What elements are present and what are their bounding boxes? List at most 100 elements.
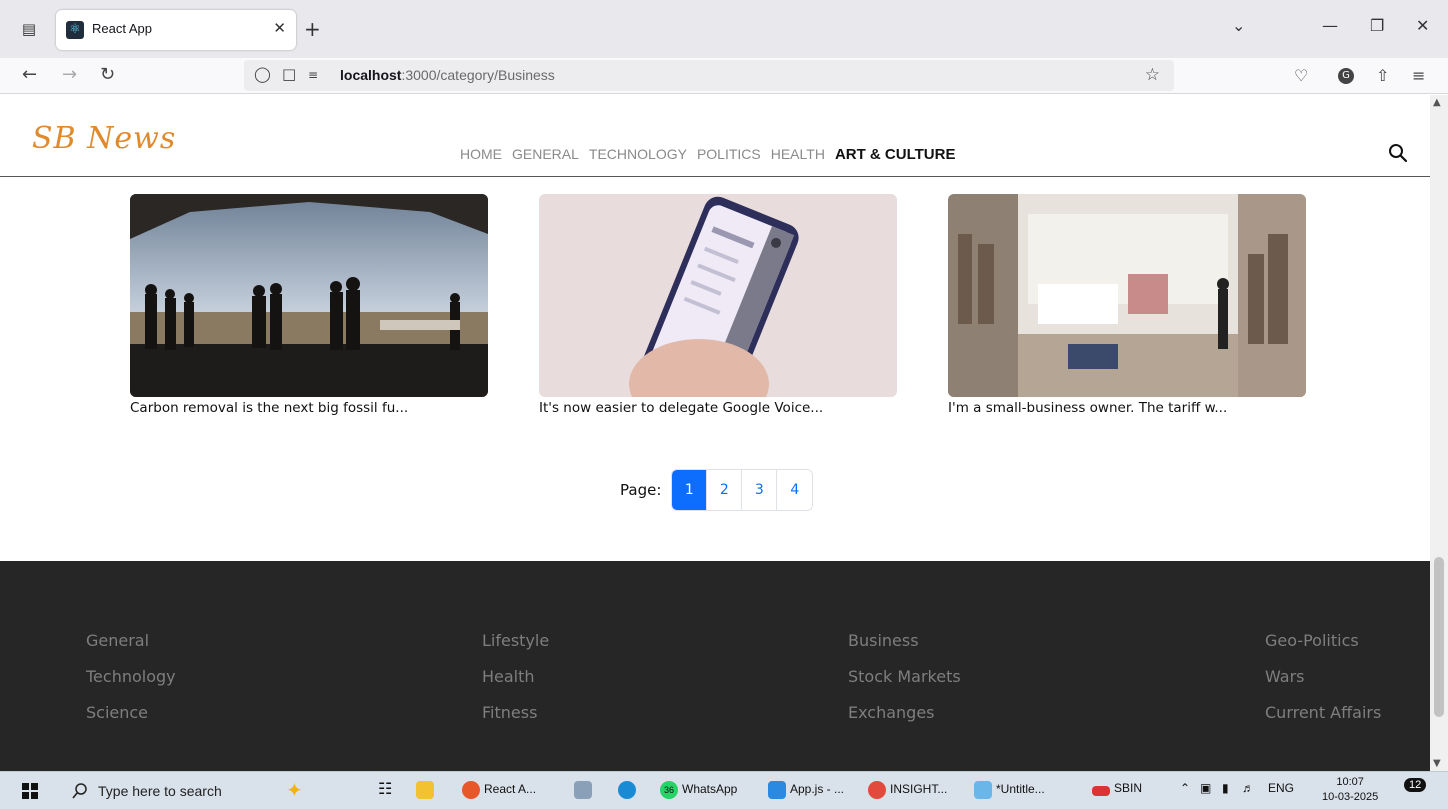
tray-language[interactable]: ENG bbox=[1268, 781, 1294, 795]
scroll-thumb[interactable] bbox=[1434, 557, 1444, 717]
taskbar-vscode[interactable]: App.js - ... bbox=[768, 781, 844, 799]
url-path: :3000/category/Business bbox=[401, 67, 555, 83]
tray-volume-icon[interactable]: ♬ bbox=[1242, 781, 1254, 795]
nav-technology[interactable]: TECHNOLOGY bbox=[589, 146, 687, 163]
taskbar-chrome-label: INSIGHT... bbox=[890, 782, 948, 797]
main-nav: HOME GENERAL TECHNOLOGY POLITICS HEALTH … bbox=[460, 146, 955, 163]
page-info-icon[interactable]: □ bbox=[282, 65, 296, 83]
article-title[interactable]: I'm a small-business owner. The tariff w… bbox=[948, 400, 1306, 416]
page-content: SB News HOME GENERAL TECHNOLOGY POLITICS… bbox=[0, 95, 1430, 771]
taskbar-stock[interactable]: SBIN bbox=[1092, 781, 1142, 796]
site-logo[interactable]: SB News bbox=[32, 121, 176, 156]
permissions-icon[interactable]: ≡ bbox=[308, 68, 318, 82]
nav-health[interactable]: HEALTH bbox=[771, 146, 825, 163]
footer-column: Business Stock Markets Exchanges bbox=[848, 631, 961, 739]
footer-link-general[interactable]: General bbox=[86, 631, 176, 653]
taskbar-paint-label: *Untitle... bbox=[996, 782, 1045, 797]
page-button-2[interactable]: 2 bbox=[707, 470, 743, 510]
browser-tab-bar: ▤ ⚛ React App ✕ + ⌄ — ❐ ✕ bbox=[0, 0, 1448, 58]
url-text: localhost:3000/category/Business bbox=[340, 67, 555, 83]
url-host: localhost bbox=[340, 67, 402, 83]
taskbar-paint[interactable]: *Untitle... bbox=[974, 781, 1045, 799]
browser-tab[interactable]: ⚛ React App ✕ bbox=[56, 10, 296, 50]
new-tab-icon[interactable]: + bbox=[304, 17, 321, 41]
taskbar-date: 10-03-2025 bbox=[1322, 791, 1379, 803]
footer-link-lifestyle[interactable]: Lifestyle bbox=[482, 631, 549, 653]
profile-icon[interactable]: G bbox=[1338, 68, 1354, 84]
article-image-google-voice[interactable] bbox=[539, 194, 897, 397]
article-card[interactable]: Carbon removal is the next big fossil fu… bbox=[130, 194, 488, 416]
page-button-1[interactable]: 1 bbox=[672, 470, 708, 510]
file-explorer-icon[interactable] bbox=[416, 781, 438, 799]
taskbar-time: 10:07 bbox=[1336, 776, 1364, 788]
article-image-carbon[interactable] bbox=[130, 194, 488, 397]
footer-link-wars[interactable]: Wars bbox=[1265, 667, 1381, 689]
footer-column: Geo-Politics Wars Current Affairs bbox=[1265, 631, 1381, 739]
minimize-icon[interactable]: — bbox=[1322, 16, 1338, 35]
restore-icon[interactable]: ❐ bbox=[1370, 16, 1384, 35]
bookmark-star-icon[interactable]: ☆ bbox=[1145, 65, 1160, 85]
tray-chevron-icon[interactable]: ⌃ bbox=[1180, 781, 1190, 795]
footer-link-stock-markets[interactable]: Stock Markets bbox=[848, 667, 961, 689]
tab-title: React App bbox=[92, 21, 152, 36]
search-icon[interactable] bbox=[1388, 143, 1408, 163]
site-header: SB News HOME GENERAL TECHNOLOGY POLITICS… bbox=[0, 95, 1430, 177]
article-title[interactable]: It's now easier to delegate Google Voice… bbox=[539, 400, 897, 416]
nav-art-culture[interactable]: ART & CULTURE bbox=[835, 146, 956, 163]
windows-start-icon[interactable] bbox=[22, 783, 38, 799]
share-icon[interactable]: ⇧ bbox=[1376, 66, 1389, 85]
taskbar-search-icon bbox=[72, 783, 87, 799]
article-image-small-business[interactable] bbox=[948, 194, 1306, 397]
nav-general[interactable]: GENERAL bbox=[512, 146, 579, 163]
nav-home[interactable]: HOME bbox=[460, 146, 502, 163]
taskbar-firefox[interactable]: React A... bbox=[462, 781, 536, 799]
shield-icon[interactable]: ◯ bbox=[254, 65, 271, 83]
page-button-4[interactable]: 4 bbox=[777, 470, 813, 510]
taskbar-search[interactable]: Type here to search bbox=[62, 776, 262, 806]
footer-column: General Technology Science bbox=[86, 631, 176, 739]
footer-link-technology[interactable]: Technology bbox=[86, 667, 176, 689]
copilot-sparkle-icon[interactable]: ✦ bbox=[286, 778, 303, 803]
reload-icon[interactable]: ↻ bbox=[100, 64, 115, 85]
whatsapp-icon: 36 bbox=[660, 781, 678, 799]
window-close-icon[interactable]: ✕ bbox=[1416, 16, 1429, 35]
pocket-icon[interactable]: ♡ bbox=[1294, 66, 1308, 85]
page-buttons: 1 2 3 4 bbox=[671, 469, 814, 511]
scroll-down-icon[interactable]: ▼ bbox=[1433, 758, 1441, 769]
page-scrollbar[interactable]: ▲ ▼ bbox=[1430, 95, 1448, 771]
taskbar-firefox-label: React A... bbox=[484, 782, 537, 797]
tray-battery-icon[interactable]: ▮ bbox=[1222, 781, 1229, 795]
react-favicon-icon: ⚛ bbox=[66, 21, 84, 39]
article-card[interactable]: It's now easier to delegate Google Voice… bbox=[539, 194, 897, 416]
footer-link-business[interactable]: Business bbox=[848, 631, 961, 653]
tray-display-icon[interactable]: ▣ bbox=[1200, 781, 1211, 795]
page-button-3[interactable]: 3 bbox=[742, 470, 778, 510]
edge-icon[interactable] bbox=[618, 781, 640, 799]
forward-icon[interactable]: → bbox=[62, 64, 77, 85]
taskbar-clock[interactable]: 10:07 10-03-2025 bbox=[1322, 775, 1378, 805]
taskbar-whatsapp[interactable]: 36 WhatsApp bbox=[660, 781, 737, 799]
calendar-app-icon[interactable] bbox=[574, 781, 596, 799]
vscode-icon bbox=[768, 781, 786, 799]
nav-politics[interactable]: POLITICS bbox=[697, 146, 761, 163]
footer-link-exchanges[interactable]: Exchanges bbox=[848, 703, 961, 725]
footer-link-health[interactable]: Health bbox=[482, 667, 549, 689]
footer-link-current-affairs[interactable]: Current Affairs bbox=[1265, 703, 1381, 725]
task-view-icon[interactable]: ☷ bbox=[378, 779, 392, 799]
footer-link-science[interactable]: Science bbox=[86, 703, 176, 725]
footer-link-fitness[interactable]: Fitness bbox=[482, 703, 549, 725]
scroll-up-icon[interactable]: ▲ bbox=[1433, 97, 1441, 108]
back-icon[interactable]: ← bbox=[22, 64, 37, 85]
tab-overflow-chevron-icon[interactable]: ⌄ bbox=[1232, 16, 1245, 35]
tab-list-icon[interactable]: ▤ bbox=[18, 18, 40, 40]
taskbar-chrome[interactable]: INSIGHT... bbox=[868, 781, 947, 799]
url-bar[interactable]: ◯ □ ≡ localhost:3000/category/Business ☆ bbox=[244, 60, 1174, 91]
article-card[interactable]: I'm a small-business owner. The tariff w… bbox=[948, 194, 1306, 416]
site-footer: General Technology Science Lifestyle Hea… bbox=[0, 561, 1430, 771]
notification-badge[interactable]: 12 bbox=[1404, 778, 1427, 792]
firefox-icon bbox=[462, 781, 480, 799]
article-title[interactable]: Carbon removal is the next big fossil fu… bbox=[130, 400, 488, 416]
menu-icon[interactable]: ≡ bbox=[1412, 66, 1425, 85]
footer-link-geo-politics[interactable]: Geo-Politics bbox=[1265, 631, 1381, 653]
tab-close-icon[interactable]: ✕ bbox=[273, 19, 286, 37]
